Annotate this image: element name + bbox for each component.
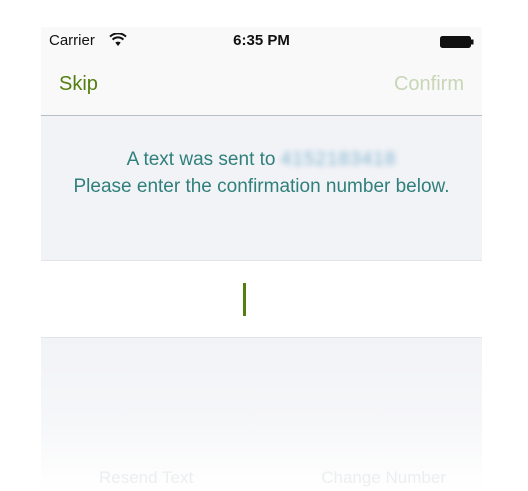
confirmation-message: A text was sent to 4152183418 Please ent…	[41, 116, 482, 261]
resend-text-button[interactable]: Resend Text	[99, 468, 193, 488]
message-prefix: A text was sent to	[126, 149, 276, 170]
message-text: A text was sent to 4152183418 Please ent…	[61, 146, 462, 200]
status-bar: Carrier 6:35 PM	[41, 27, 482, 55]
phone-number: 4152183418	[280, 149, 397, 170]
bottom-actions: Resend Text Change Number	[41, 338, 482, 491]
clock: 6:35 PM	[233, 32, 290, 49]
text-caret	[243, 283, 246, 316]
change-number-button[interactable]: Change Number	[321, 468, 446, 488]
confirmation-code-input[interactable]	[41, 261, 482, 337]
battery-full-icon	[440, 35, 474, 48]
skip-button[interactable]: Skip	[59, 73, 98, 96]
navigation-bar: Skip Confirm	[41, 55, 482, 116]
message-instructions: Please enter the confirmation number bel…	[73, 176, 450, 197]
phone-screen: Carrier 6:35 PM Skip Confirm A text was …	[41, 27, 482, 491]
confirm-button[interactable]: Confirm	[394, 73, 464, 96]
code-input-row	[41, 261, 482, 338]
